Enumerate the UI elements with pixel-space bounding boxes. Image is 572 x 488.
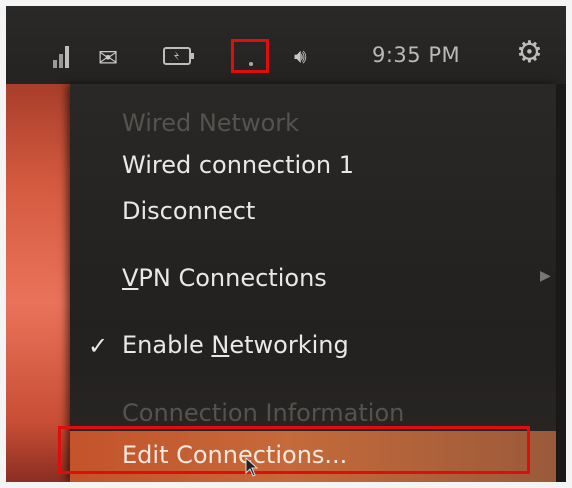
clock[interactable]: 9:35 PM — [372, 43, 460, 67]
sound-icon[interactable]: 🔊︎ — [294, 45, 307, 67]
network-menu: Wired Network Wired connection 1 Disconn… — [70, 84, 556, 482]
mouse-cursor-icon — [245, 457, 259, 477]
mail-icon[interactable]: ✉ — [98, 46, 118, 70]
annotation-box-edit-connections — [58, 426, 530, 474]
menu-item-disconnect[interactable]: Disconnect — [122, 197, 255, 225]
menu-item-connection-information: Connection Information — [122, 399, 405, 427]
vpn-label: PN Connections — [138, 264, 327, 292]
enable-label-rest: etworking — [229, 331, 349, 359]
network-icon[interactable] — [231, 39, 269, 73]
menu-item-wired-connection[interactable]: Wired connection 1 — [122, 151, 354, 179]
checkmark-icon: ✓ — [88, 332, 109, 360]
menu-item-vpn-connections[interactable]: VPN Connections — [122, 264, 327, 292]
battery-icon[interactable] — [163, 47, 195, 65]
screen: ✉ 🔊︎ 9:35 PM ⚙ Wired Network Wired conne… — [6, 6, 566, 482]
vpn-mnemonic: V — [122, 264, 139, 292]
enable-mnemonic: N — [211, 331, 230, 359]
network-indicator-dot — [249, 62, 253, 66]
menu-item-enable-networking[interactable]: Enable Networking — [122, 331, 349, 359]
menu-header-wired-network: Wired Network — [122, 109, 300, 137]
submenu-arrow-icon: ▶ — [540, 268, 551, 284]
signal-icon[interactable] — [51, 44, 73, 70]
gear-icon[interactable]: ⚙ — [516, 38, 543, 68]
enable-label-prefix: Enable — [122, 331, 212, 359]
top-panel: ✉ 🔊︎ 9:35 PM ⚙ — [6, 6, 566, 84]
